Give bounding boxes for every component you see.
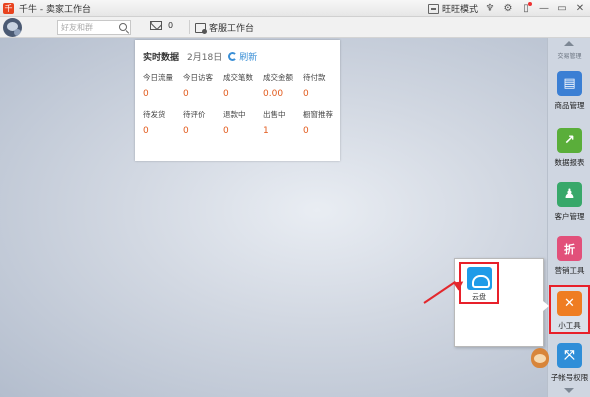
metric-item[interactable]: 待付款 0: [303, 72, 343, 99]
sidebar-item-marketing[interactable]: 折 营销工具: [549, 232, 590, 281]
mascot-icon[interactable]: [529, 344, 551, 372]
sidebar-item-product[interactable]: ▤ 商品管理: [549, 67, 590, 116]
sidebar-item-tools[interactable]: ✕ 小工具: [549, 285, 590, 334]
cloud-drive-button[interactable]: 云盘: [459, 262, 499, 304]
metrics-grid: 今日流量 0 今日访客 0 成交笔数 0 成交金额 0.00 待付款 0 待发货 0 待评价…: [143, 72, 340, 136]
service-workbench-button[interactable]: 客服工作台: [195, 20, 254, 35]
mascot-face: [534, 354, 546, 363]
metric-name: 今日流量: [143, 73, 173, 82]
mail-icon: [150, 21, 162, 30]
toolbar-divider: [189, 20, 190, 34]
metric-item[interactable]: 橱窗推荐 0: [303, 109, 343, 136]
toolbar: 0 客服工作台: [0, 17, 590, 38]
tools-popup: 云盘: [454, 258, 549, 347]
close-icon[interactable]: ✕: [574, 3, 586, 15]
service-label: 客服工作台: [209, 24, 255, 34]
sidebar-item-label: 商品管理: [554, 101, 585, 110]
plugin-sidebar: 交易管理 ▤ 商品管理 ↗ 数据报表 ♟ 客户管理 折 营销工具 ✕ 小工具 ⤧…: [547, 38, 590, 397]
scroll-up-arrow-icon[interactable]: [564, 41, 574, 46]
cloud-icon: [466, 267, 492, 290]
metric-name: 成交金额: [263, 73, 293, 82]
sidebar-item-label: 客户管理: [554, 212, 585, 221]
metric-item[interactable]: 成交金额 0.00: [263, 72, 303, 99]
metric-value: 0: [303, 89, 309, 99]
product-icon: ▤: [557, 71, 582, 96]
sidebar-item-label: 数据报表: [554, 158, 585, 167]
maximize-icon[interactable]: ▭: [556, 3, 568, 15]
customer-icon: ♟: [557, 182, 582, 207]
sidebar-item-reports[interactable]: ↗ 数据报表: [549, 124, 590, 173]
metric-value: 0: [223, 89, 229, 99]
metric-value: 0.00: [263, 89, 284, 99]
message-button[interactable]: 0: [150, 21, 173, 30]
search-icon[interactable]: [119, 23, 127, 31]
service-icon: [195, 22, 207, 34]
minimize-icon[interactable]: —: [538, 3, 550, 15]
metric-name: 退款中: [223, 110, 246, 119]
settings-gear-icon[interactable]: ⚙: [502, 3, 514, 15]
sidebar-item-label: 子帐号权限: [550, 373, 589, 382]
metric-item[interactable]: 待发货 0: [143, 109, 183, 136]
metric-value: 0: [303, 126, 309, 136]
metric-value: 0: [143, 89, 149, 99]
metric-name: 待发货: [143, 110, 166, 119]
metric-item[interactable]: 今日访客 0: [183, 72, 223, 99]
wangwang-mode-button[interactable]: 旺旺模式: [427, 2, 478, 15]
metric-name: 待评价: [183, 110, 206, 119]
metric-value: 0: [183, 126, 189, 136]
realtime-header: 实时数据 2月18日 刷新: [143, 50, 340, 63]
wangwang-mode-icon: [427, 3, 439, 14]
search-box[interactable]: [57, 20, 131, 35]
notification-icon[interactable]: ▯: [520, 1, 532, 15]
wangwang-mode-label: 旺旺模式: [441, 5, 478, 15]
sidebar-item-label: 小工具: [558, 321, 581, 330]
popup-pointer: [543, 301, 549, 311]
chart-icon: ↗: [557, 128, 582, 153]
metric-name: 橱窗推荐: [303, 110, 333, 119]
metric-name: 成交笔数: [223, 73, 253, 82]
scroll-down-arrow-icon[interactable]: [564, 388, 574, 393]
app-logo-icon: 千: [3, 2, 14, 14]
metric-name: 今日访客: [183, 73, 213, 82]
sidebar-item-label: 营销工具: [554, 266, 585, 275]
metric-value: 0: [183, 89, 189, 99]
metric-name: 出售中: [263, 110, 286, 119]
sidebar-item-customers[interactable]: ♟ 客户管理: [549, 178, 590, 227]
search-input[interactable]: [58, 21, 116, 34]
window-title: 千牛 - 卖家工作台: [19, 4, 91, 15]
cloud-drive-label: 云盘: [472, 293, 486, 301]
refresh-button[interactable]: 刷新: [239, 50, 257, 63]
tools-icon: ✕: [557, 291, 582, 316]
metric-value: 1: [263, 126, 269, 136]
sidebar-item-subaccount[interactable]: ⤧ 子帐号权限: [549, 339, 590, 388]
subaccount-icon: ⤧: [557, 343, 582, 368]
refresh-icon[interactable]: [228, 52, 238, 61]
metric-item[interactable]: 今日流量 0: [143, 72, 183, 99]
realtime-date: 2月18日: [187, 53, 223, 63]
metric-value: 0: [223, 126, 229, 136]
metric-item[interactable]: 退款中 0: [223, 109, 263, 136]
message-count: 0: [168, 21, 174, 30]
realtime-data-card: 实时数据 2月18日 刷新 今日流量 0 今日访客 0 成交笔数 0 成交金额 0.00…: [135, 40, 340, 161]
metric-item[interactable]: 成交笔数 0: [223, 72, 263, 99]
sidebar-item-cut-off[interactable]: 交易管理: [548, 51, 590, 60]
metric-name: 待付款: [303, 73, 326, 82]
title-controls: 旺旺模式 ♆ ⚙ ▯ — ▭ ✕: [427, 1, 586, 15]
avatar[interactable]: [3, 18, 22, 37]
realtime-title: 实时数据: [143, 53, 180, 63]
notification-dot: [528, 1, 532, 6]
metric-item[interactable]: 待评价 0: [183, 109, 223, 136]
discount-icon: 折: [557, 236, 582, 261]
title-bar: 千 千牛 - 卖家工作台 旺旺模式 ♆ ⚙ ▯ — ▭ ✕: [0, 0, 590, 17]
metric-value: 0: [143, 126, 149, 136]
skin-icon[interactable]: ♆: [484, 3, 496, 15]
metric-item[interactable]: 出售中 1: [263, 109, 303, 136]
